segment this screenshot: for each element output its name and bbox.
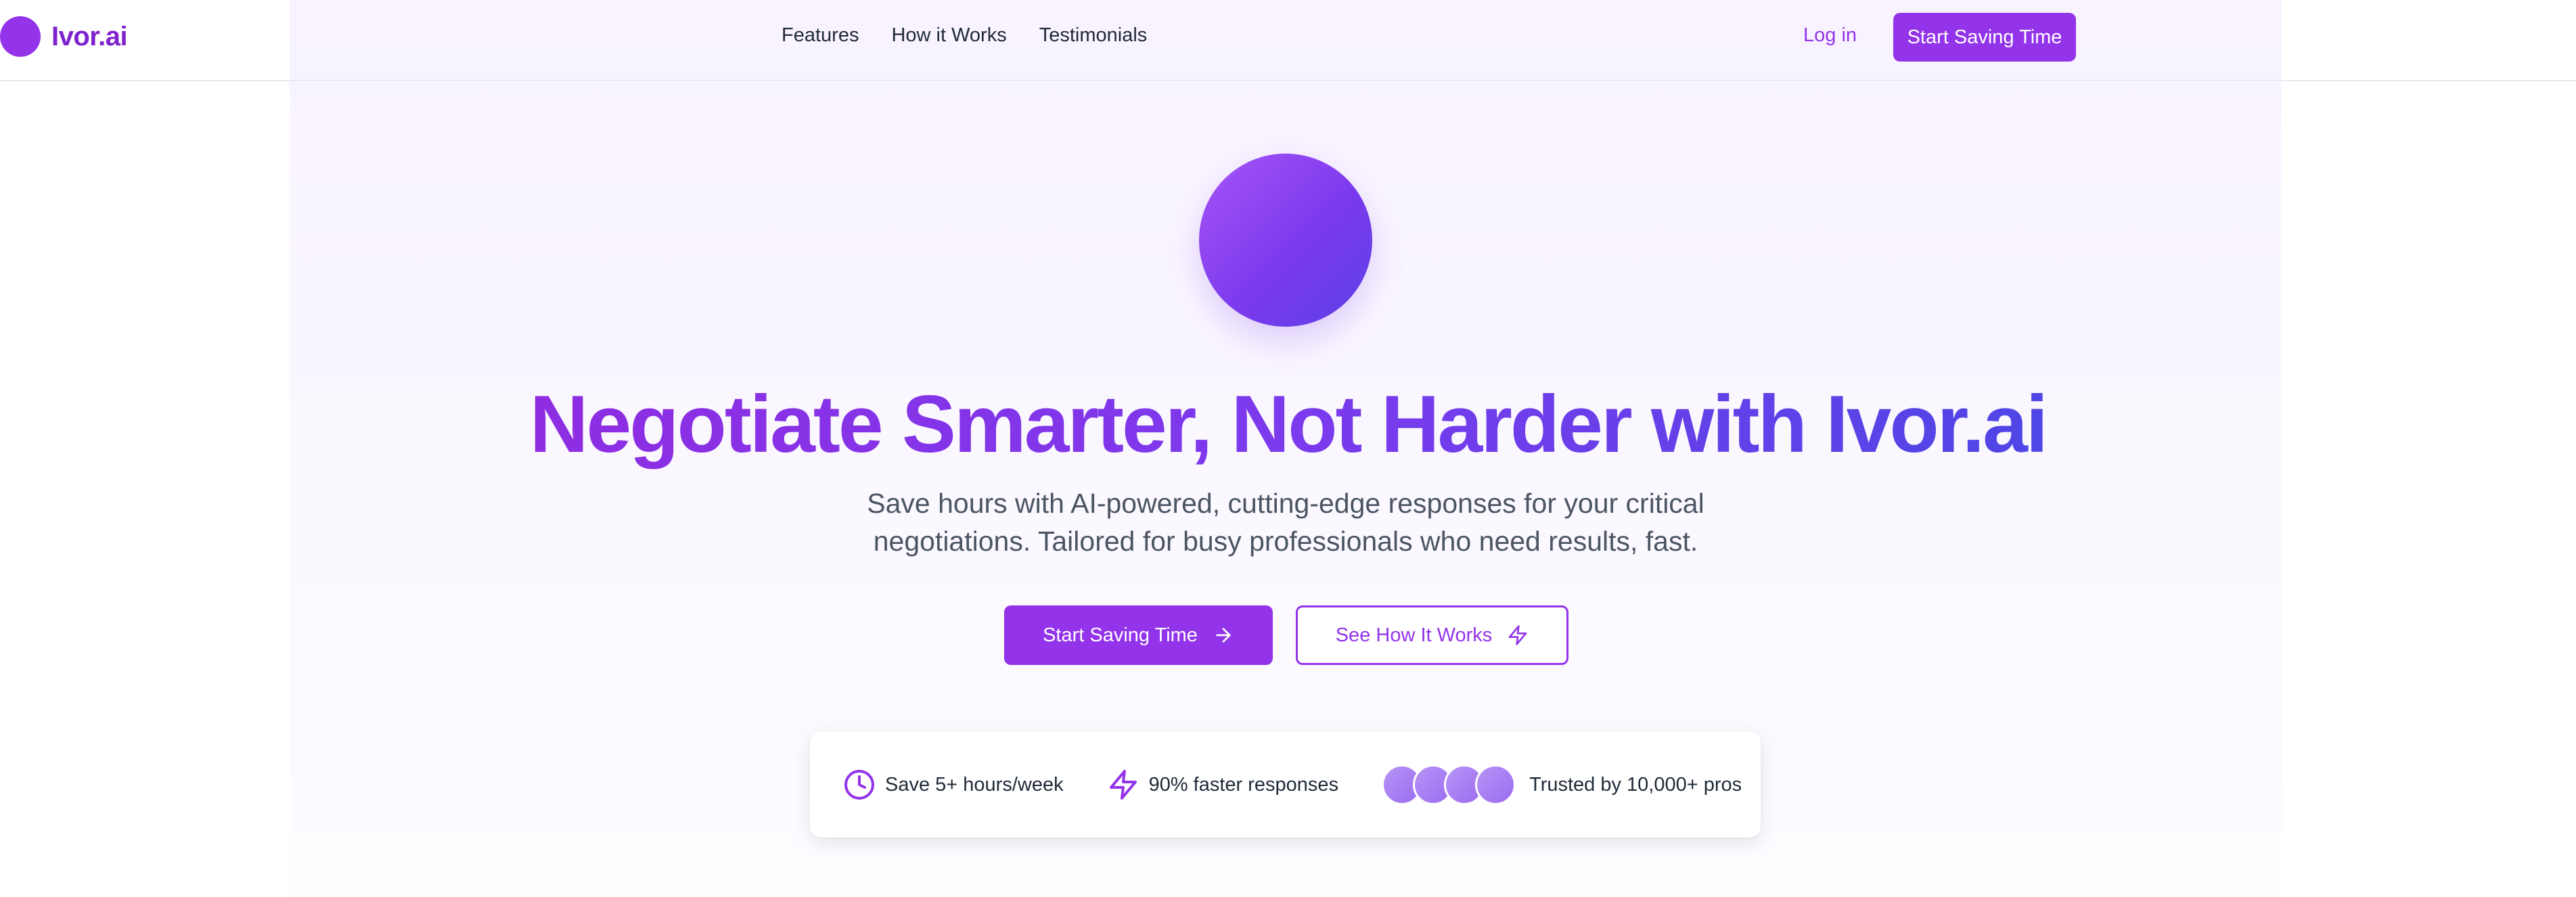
hero-title-text: Negotiate Smarter, Not Harder with Ivor.… xyxy=(529,379,2048,469)
nav-link-testimonials[interactable]: Testimonials xyxy=(1039,24,1148,47)
nav-link-features[interactable]: Features xyxy=(782,24,859,47)
landing-page: Ivor.ai Features How it Works Testimonia… xyxy=(0,0,2576,897)
nav-start-saving-button[interactable]: Start Saving Time xyxy=(1893,13,2076,62)
stat-trusted-by: Trusted by 10,000+ pros xyxy=(1382,764,1742,805)
login-link[interactable]: Log in xyxy=(1803,24,1857,47)
lightning-icon xyxy=(1507,624,1529,646)
hero-title: Negotiate Smarter, Not Harder with Ivor.… xyxy=(0,373,2576,475)
stat-faster-responses: 90% faster responses xyxy=(1107,768,1338,801)
nav-link-how-it-works[interactable]: How it Works xyxy=(891,24,1006,47)
stats-card: Save 5+ hours/week 90% faster responses … xyxy=(810,732,1761,837)
top-navbar: Ivor.ai Features How it Works Testimonia… xyxy=(0,0,2576,81)
brand[interactable]: Ivor.ai xyxy=(0,16,128,57)
hero-subtitle: Save hours with AI-powered, cutting-edge… xyxy=(867,488,1704,557)
clock-icon xyxy=(843,768,876,801)
start-saving-button[interactable]: Start Saving Time xyxy=(1004,605,1273,665)
stat-trusted-by-text: Trusted by 10,000+ pros xyxy=(1529,773,1742,796)
avatar-stack xyxy=(1382,764,1516,805)
hero-actions: Start Saving Time See How It Works xyxy=(1004,605,1568,665)
see-how-it-works-button[interactable]: See How It Works xyxy=(1296,605,1568,665)
stat-faster-responses-text: 90% faster responses xyxy=(1148,773,1339,796)
lightning-icon xyxy=(1107,768,1139,801)
avatar xyxy=(1475,764,1516,805)
hero-orb-graphic xyxy=(1199,154,1372,327)
arrow-right-icon xyxy=(1213,624,1234,646)
brand-name: Ivor.ai xyxy=(51,21,128,51)
stat-time-saved-text: Save 5+ hours/week xyxy=(885,773,1064,796)
stat-time-saved: Save 5+ hours/week xyxy=(843,768,1064,801)
nav-links: Features How it Works Testimonials xyxy=(782,24,1147,47)
circle-logo-icon xyxy=(0,16,41,57)
start-saving-label: Start Saving Time xyxy=(1043,624,1198,646)
see-how-label: See How It Works xyxy=(1335,624,1493,646)
